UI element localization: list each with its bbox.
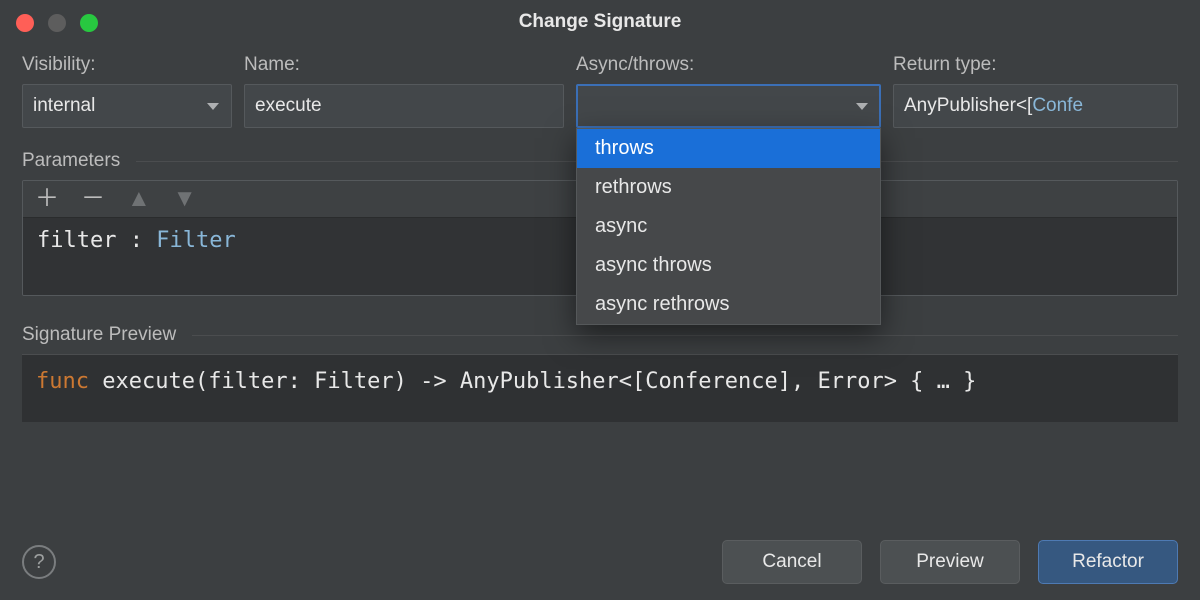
dialog-title: Change Signature (519, 11, 682, 33)
preview-section-header: Signature Preview (22, 324, 1178, 346)
name-value: execute (255, 95, 322, 117)
close-window-icon[interactable] (16, 14, 34, 32)
zoom-window-icon[interactable] (80, 14, 98, 32)
parameters-section-label: Parameters (22, 150, 120, 172)
dropdown-item[interactable]: async throws (577, 246, 880, 285)
dialog-buttons: Cancel Preview Refactor (722, 540, 1178, 584)
refactor-button[interactable]: Refactor (1038, 540, 1178, 584)
name-field-group: Name: execute (244, 54, 564, 128)
dropdown-item[interactable]: async (577, 207, 880, 246)
minimize-window-icon[interactable] (48, 14, 66, 32)
param-type: Filter (156, 228, 235, 253)
async-field-group: Async/throws: (576, 54, 881, 128)
cancel-button[interactable]: Cancel (722, 540, 862, 584)
param-name: filter (37, 228, 116, 253)
visibility-label: Visibility: (22, 54, 232, 76)
name-label: Name: (244, 54, 564, 76)
signature-preview: func execute(filter: Filter) -> AnyPubli… (22, 354, 1178, 422)
help-icon: ? (33, 551, 44, 574)
dropdown-item[interactable]: async rethrows (577, 285, 880, 324)
title-bar: Change Signature (0, 0, 1200, 44)
move-up-icon[interactable]: ▲ (127, 187, 151, 211)
preview-section-label: Signature Preview (22, 324, 176, 346)
dialog-footer: ? Cancel Preview Refactor (0, 540, 1200, 600)
preview-keyword: func (36, 369, 89, 394)
chevron-down-icon (856, 103, 868, 110)
visibility-field-group: Visibility: internal (22, 54, 232, 128)
window-controls (16, 14, 98, 32)
move-down-icon[interactable]: ▼ (173, 187, 197, 211)
preview-button[interactable]: Preview (880, 540, 1020, 584)
visibility-value: internal (33, 95, 95, 117)
async-combo[interactable] (576, 84, 881, 128)
add-icon[interactable]: ＋ (35, 187, 59, 211)
preview-rest: execute(filter: Filter) -> AnyPublisher<… (89, 369, 976, 394)
remove-icon[interactable]: － (81, 187, 105, 211)
return-type-input[interactable]: AnyPublisher<[Confe (893, 84, 1178, 128)
param-sep: : (116, 228, 156, 253)
chevron-down-icon (207, 103, 219, 110)
divider (192, 335, 1178, 336)
help-button[interactable]: ? (22, 545, 56, 579)
async-dropdown-popup: throwsrethrowsasyncasync throwsasync ret… (576, 128, 881, 325)
name-input[interactable]: execute (244, 84, 564, 128)
return-type-field-group: Return type: AnyPublisher<[Confe (893, 54, 1178, 128)
return-type-label: Return type: (893, 54, 1178, 76)
dropdown-item[interactable]: rethrows (577, 168, 880, 207)
visibility-combo[interactable]: internal (22, 84, 232, 128)
return-type-value: AnyPublisher<[Confe (904, 95, 1083, 117)
dropdown-item[interactable]: throws (577, 129, 880, 168)
async-label: Async/throws: (576, 54, 881, 76)
